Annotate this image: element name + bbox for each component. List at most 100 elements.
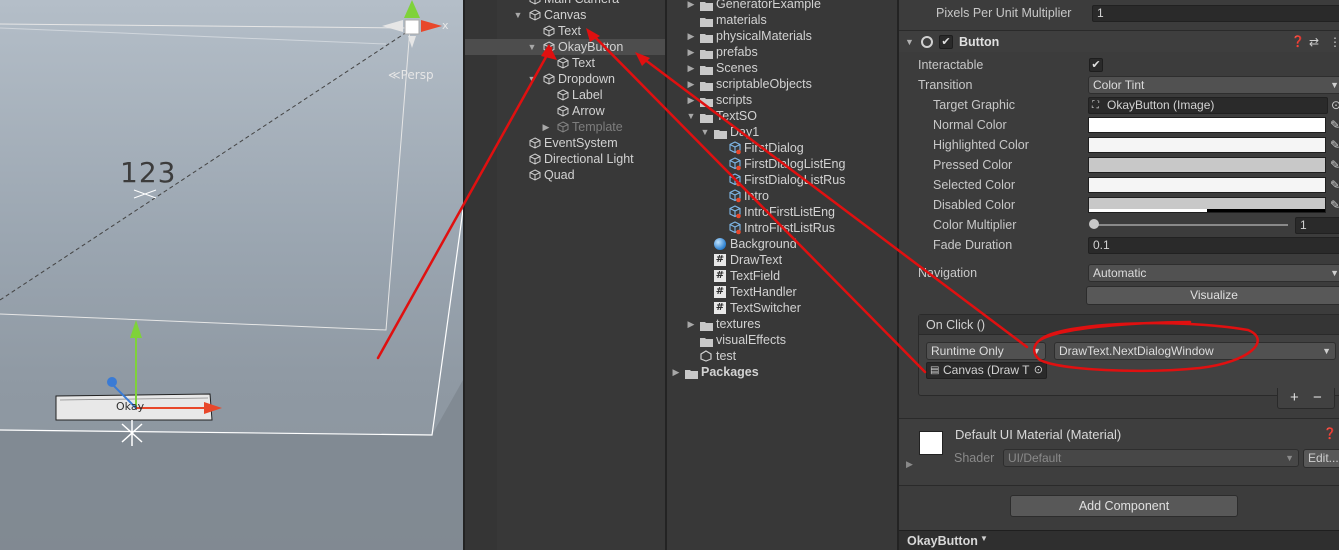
project-item[interactable]: ▼ Day1 (667, 124, 897, 140)
color-multiplier-slider-thumb[interactable] (1089, 219, 1099, 229)
runtime-dropdown[interactable]: Runtime Only ▼ (926, 342, 1046, 360)
color-multiplier-field[interactable]: 1 (1295, 217, 1339, 234)
color-swatch[interactable] (1088, 137, 1326, 153)
project-item[interactable]: ▶ GeneratorExample (667, 0, 897, 12)
fade-duration-field[interactable]: 0.1 (1088, 237, 1339, 254)
shader-dropdown[interactable]: UI/Default ▼ (1003, 449, 1299, 467)
scene-view[interactable]: x ≪Persp 123 Okay (0, 0, 463, 550)
hierarchy-item[interactable]: Text (465, 23, 665, 39)
color-swatch[interactable] (1088, 117, 1326, 133)
expand-arrow-down-icon[interactable]: ▼ (527, 39, 537, 55)
onclick-object-field[interactable]: ▤ Canvas (Draw T ⊙ (926, 362, 1047, 379)
target-graphic-field[interactable]: ⛶ OkayButton (Image) (1088, 97, 1328, 114)
project-item[interactable]: visualEffects (667, 332, 897, 348)
project-item-label: Scenes (716, 61, 758, 75)
navigation-dropdown[interactable]: Automatic ▼ (1088, 264, 1339, 282)
object-picker-icon[interactable]: ⊙ (1331, 95, 1339, 115)
help-icon[interactable]: ❓ (1291, 31, 1305, 53)
color-swatch[interactable] (1088, 177, 1326, 193)
add-component-button[interactable]: Add Component (1010, 495, 1238, 517)
hierarchy-item[interactable]: Text (465, 55, 665, 71)
project-item[interactable]: ▶ scriptableObjects (667, 76, 897, 92)
color-label: Normal Color (933, 118, 1007, 132)
edit-shader-button[interactable]: Edit... (1303, 449, 1339, 468)
transition-dropdown[interactable]: Color Tint ▼ (1088, 76, 1339, 94)
expand-arrow-down-icon[interactable]: ▼ (513, 7, 523, 23)
gameobject-cube-icon (529, 9, 541, 21)
expand-arrow-right-icon[interactable]: ▶ (686, 60, 696, 76)
project-item[interactable]: IntroFirstListEng (667, 204, 897, 220)
project-item[interactable]: # TextField (667, 268, 897, 284)
chevron-down-icon: ▼ (1322, 346, 1331, 356)
interactable-checkbox[interactable]: ✔ (1089, 58, 1103, 72)
hierarchy-item[interactable]: EventSystem (465, 135, 665, 151)
expand-arrow-down-icon[interactable]: ▼ (700, 124, 710, 140)
help-icon[interactable]: ❓ (1323, 427, 1337, 440)
footer-object-name[interactable]: OkayButton (907, 534, 978, 548)
project-item[interactable]: Intro (667, 188, 897, 204)
project-item[interactable]: test (667, 348, 897, 364)
button-component-header[interactable]: ▼ ✔ Button ❓ ⇄ ⋮ (899, 30, 1339, 52)
project-item[interactable]: ▶ scripts (667, 92, 897, 108)
hierarchy-item[interactable]: Main Camera (465, 0, 665, 7)
kebab-menu-icon[interactable]: ⋮ (1329, 31, 1339, 53)
gameobject-cube-icon (557, 89, 569, 101)
button-enabled-checkbox[interactable]: ✔ (939, 35, 953, 49)
scriptable-object-icon (728, 141, 742, 155)
project-item[interactable]: ▶ prefabs (667, 44, 897, 60)
eyedropper-icon[interactable]: ✎ (1330, 138, 1339, 152)
project-item[interactable]: ▶ textures (667, 316, 897, 332)
eyedropper-icon[interactable]: ✎ (1330, 158, 1339, 172)
color-swatch[interactable] (1088, 197, 1326, 213)
color-multiplier-slider-track[interactable] (1092, 224, 1288, 226)
pixels-per-unit-field[interactable]: 1 (1092, 5, 1339, 22)
expand-arrow-right-icon[interactable]: ▶ (686, 0, 696, 12)
collapse-arrow-icon[interactable]: ▼ (905, 31, 914, 53)
expand-arrow-down-icon[interactable]: ▼ (527, 71, 537, 87)
project-item[interactable]: ▶ Packages (667, 364, 897, 380)
expand-arrow-right-icon[interactable]: ▶ (686, 316, 696, 332)
project-item[interactable]: IntroFirstListRus (667, 220, 897, 236)
project-item[interactable]: FirstDialog (667, 140, 897, 156)
project-item[interactable]: # DrawText (667, 252, 897, 268)
expand-arrow-right-icon[interactable]: ▶ (671, 364, 681, 380)
project-item[interactable]: ▼ TextSO (667, 108, 897, 124)
hierarchy-item[interactable]: ▼ Dropdown (465, 71, 665, 87)
scriptable-object-icon (728, 205, 742, 219)
hierarchy-item[interactable]: Label (465, 87, 665, 103)
project-item[interactable]: ▶ Scenes (667, 60, 897, 76)
expand-arrow-down-icon[interactable]: ▼ (686, 108, 696, 124)
project-item[interactable]: materials (667, 12, 897, 28)
expand-arrow-right-icon[interactable]: ▶ (686, 76, 696, 92)
project-item[interactable]: Background (667, 236, 897, 252)
preset-icon[interactable]: ⇄ (1309, 31, 1319, 53)
visualize-button[interactable]: Visualize (1086, 286, 1339, 305)
hierarchy-item[interactable]: Quad (465, 167, 665, 183)
project-item[interactable]: # TextSwitcher (667, 300, 897, 316)
expand-arrow-right-icon[interactable]: ▶ (686, 92, 696, 108)
expand-arrow-right-icon[interactable]: ▶ (686, 44, 696, 60)
eyedropper-icon[interactable]: ✎ (1330, 198, 1339, 212)
project-item[interactable]: FirstDialogListRus (667, 172, 897, 188)
expand-arrow-right-icon[interactable]: ▶ (686, 28, 696, 44)
hierarchy-item[interactable]: ▼ OkayButton (465, 39, 665, 55)
add-event-button[interactable]: + (1290, 389, 1299, 406)
eyedropper-icon[interactable]: ✎ (1330, 118, 1339, 132)
remove-event-button[interactable]: − (1313, 389, 1322, 406)
hierarchy-item[interactable]: Directional Light (465, 151, 665, 167)
expand-arrow-icon[interactable]: ▶ (906, 459, 913, 470)
object-picker-icon[interactable]: ⊙ (1034, 363, 1043, 378)
project-item-label: scripts (716, 93, 753, 107)
hierarchy-item[interactable]: Arrow (465, 103, 665, 119)
eyedropper-icon[interactable]: ✎ (1330, 178, 1339, 192)
project-item[interactable]: FirstDialogListEng (667, 156, 897, 172)
function-dropdown[interactable]: DrawText.NextDialogWindow ▼ (1054, 342, 1336, 360)
hierarchy-item[interactable]: ▶ Template (465, 119, 665, 135)
hierarchy-item[interactable]: ▼ Canvas (465, 7, 665, 23)
color-swatch[interactable] (1088, 157, 1326, 173)
project-item[interactable]: # TextHandler (667, 284, 897, 300)
expand-arrow-right-icon[interactable]: ▶ (541, 119, 551, 135)
persp-label[interactable]: ≪Persp (388, 68, 434, 82)
project-item[interactable]: ▶ physicalMaterials (667, 28, 897, 44)
chevron-down-icon[interactable]: ▼ (980, 534, 988, 543)
